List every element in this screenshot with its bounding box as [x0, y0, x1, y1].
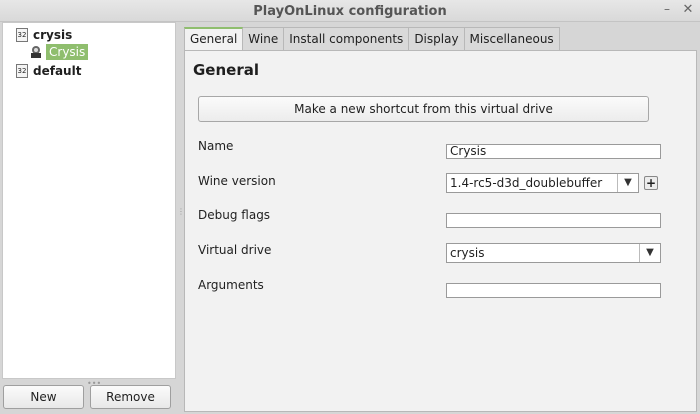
virtual-drive-label: Virtual drive: [198, 243, 272, 257]
drive-32bit-icon: 32: [16, 64, 28, 78]
tree-item-label: Crysis: [46, 44, 89, 60]
title-bar: PlayOnLinux configuration – ✕: [0, 0, 700, 22]
drive-32bit-icon: 32: [16, 28, 28, 42]
tree-item-crysis[interactable]: 32 crysis: [16, 26, 72, 44]
virtual-drive-value: crysis: [450, 246, 485, 260]
chevron-down-icon[interactable]: ▼: [617, 174, 638, 192]
new-button[interactable]: New: [3, 385, 84, 409]
panel-splitter-handle[interactable]: ⋮: [177, 208, 185, 220]
tab-general[interactable]: General: [184, 27, 244, 52]
minimize-icon[interactable]: –: [660, 2, 674, 16]
new-shortcut-button[interactable]: Make a new shortcut from this virtual dr…: [198, 96, 649, 122]
virtual-drive-select[interactable]: crysis ▼: [446, 243, 661, 263]
configuration-window: PlayOnLinux configuration – ✕ 32 crysis …: [0, 0, 700, 414]
chevron-down-icon[interactable]: ▼: [639, 244, 660, 262]
tab-bar: General Wine Install components Display …: [184, 27, 560, 52]
wine-version-label: Wine version: [198, 174, 276, 188]
arguments-field[interactable]: [446, 283, 661, 298]
remove-button[interactable]: Remove: [90, 385, 171, 409]
name-label: Name: [198, 139, 234, 153]
tree-item-crysis-game[interactable]: Crysis: [29, 43, 89, 61]
tab-display[interactable]: Display: [409, 27, 465, 50]
game-icon: [31, 46, 41, 58]
add-wine-version-button[interactable]: +: [644, 176, 658, 190]
tree-item-default[interactable]: 32 default: [16, 62, 81, 80]
tab-miscellaneous[interactable]: Miscellaneous: [464, 27, 560, 50]
page-title: General: [193, 61, 259, 79]
virtual-drive-tree[interactable]: 32 crysis Crysis 32 default: [2, 22, 176, 379]
close-icon[interactable]: ✕: [681, 3, 695, 17]
wine-version-value: 1.4-rc5-d3d_doublebuffer: [450, 176, 603, 190]
wine-version-select[interactable]: 1.4-rc5-d3d_doublebuffer ▼: [446, 173, 639, 193]
tree-item-label: default: [33, 64, 82, 78]
tree-item-label: crysis: [33, 28, 73, 42]
tab-wine[interactable]: Wine: [243, 27, 285, 50]
general-panel: General Make a new shortcut from this vi…: [184, 50, 697, 412]
debug-flags-label: Debug flags: [198, 208, 271, 222]
name-field[interactable]: Crysis: [446, 144, 661, 159]
arguments-label: Arguments: [198, 278, 264, 292]
debug-flags-field[interactable]: [446, 213, 661, 228]
tab-install-components[interactable]: Install components: [284, 27, 410, 50]
window-title: PlayOnLinux configuration: [253, 4, 447, 19]
